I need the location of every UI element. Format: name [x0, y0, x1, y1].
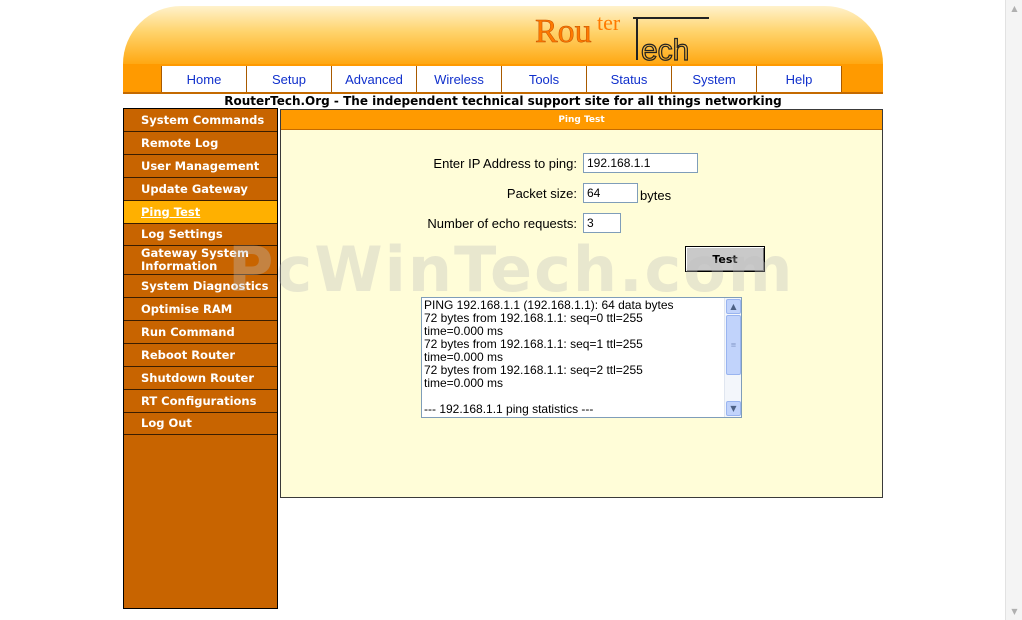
- ping-output-text: PING 192.168.1.1 (192.168.1.1): 64 data …: [424, 298, 674, 416]
- scroll-up-icon[interactable]: ▲: [726, 299, 741, 314]
- sidebar-item-reboot-router[interactable]: Reboot Router: [124, 344, 277, 367]
- echo-requests-label: Number of echo requests:: [427, 216, 577, 231]
- sidebar-item-run-command[interactable]: Run Command: [124, 321, 277, 344]
- packet-size-unit: bytes: [640, 188, 672, 203]
- nav-help[interactable]: Help: [757, 66, 842, 92]
- header-banner: Rou ter ech: [123, 6, 883, 68]
- ip-address-input[interactable]: 192.168.1.1: [583, 153, 698, 173]
- ping-output-textarea[interactable]: PING 192.168.1.1 (192.168.1.1): 64 data …: [421, 297, 742, 418]
- sidebar-menu: System Commands Remote Log User Manageme…: [123, 108, 278, 609]
- sidebar-item-optimise-ram[interactable]: Optimise RAM: [124, 298, 277, 321]
- nav-tools[interactable]: Tools: [502, 66, 587, 92]
- logo-graphic: Rou ter ech: [535, 10, 709, 68]
- nav-setup[interactable]: Setup: [247, 66, 332, 92]
- scroll-thumb[interactable]: ≡: [726, 315, 741, 375]
- test-button[interactable]: Test: [685, 246, 765, 272]
- site-tagline: RouterTech.Org - The independent technic…: [224, 94, 782, 108]
- nav-home[interactable]: Home: [162, 66, 247, 92]
- sidebar-item-ping-test[interactable]: Ping Test: [124, 201, 277, 224]
- svg-text:ech: ech: [641, 34, 689, 64]
- sidebar-item-system-diagnostics[interactable]: System Diagnostics: [124, 275, 277, 298]
- panel-title: Ping Test: [281, 110, 882, 130]
- packet-size-input[interactable]: 64: [583, 183, 638, 203]
- scroll-down-icon[interactable]: ▼: [726, 401, 741, 416]
- window-scroll-down-icon[interactable]: ▼: [1008, 604, 1021, 618]
- svg-text:ter: ter: [597, 10, 621, 35]
- sidebar-item-log-settings[interactable]: Log Settings: [124, 224, 277, 246]
- nav-status[interactable]: Status: [587, 66, 672, 92]
- sidebar-item-shutdown-router[interactable]: Shutdown Router: [124, 367, 277, 390]
- window-scrollbar[interactable]: ▲ ▼: [1005, 0, 1022, 620]
- output-scrollbar[interactable]: ▲ ≡ ▼: [724, 298, 741, 417]
- window-scroll-up-icon[interactable]: ▲: [1008, 1, 1021, 15]
- sidebar-item-rt-configurations[interactable]: RT Configurations: [124, 390, 277, 413]
- sidebar-item-gateway-system-information[interactable]: Gateway System Information: [124, 246, 277, 275]
- routertech-logo: Rou ter ech: [533, 8, 723, 68]
- packet-size-label: Packet size:: [506, 186, 577, 201]
- svg-text:Rou: Rou: [535, 13, 592, 50]
- sidebar-item-user-management[interactable]: User Management: [124, 155, 277, 178]
- sidebar-item-remote-log[interactable]: Remote Log: [124, 132, 277, 155]
- ip-address-label: Enter IP Address to ping:: [433, 156, 577, 171]
- nav-wireless[interactable]: Wireless: [417, 66, 502, 92]
- sidebar-item-log-out[interactable]: Log Out: [124, 413, 277, 435]
- echo-requests-input[interactable]: 3: [583, 213, 621, 233]
- nav-advanced[interactable]: Advanced: [332, 66, 417, 92]
- nav-system[interactable]: System: [672, 66, 757, 92]
- sidebar-item-update-gateway[interactable]: Update Gateway: [124, 178, 277, 201]
- ping-test-panel: Ping Test Enter IP Address to ping: 192.…: [280, 109, 883, 498]
- top-navigation: Home Setup Advanced Wireless Tools Statu…: [123, 64, 883, 94]
- sidebar-item-system-commands[interactable]: System Commands: [124, 109, 277, 132]
